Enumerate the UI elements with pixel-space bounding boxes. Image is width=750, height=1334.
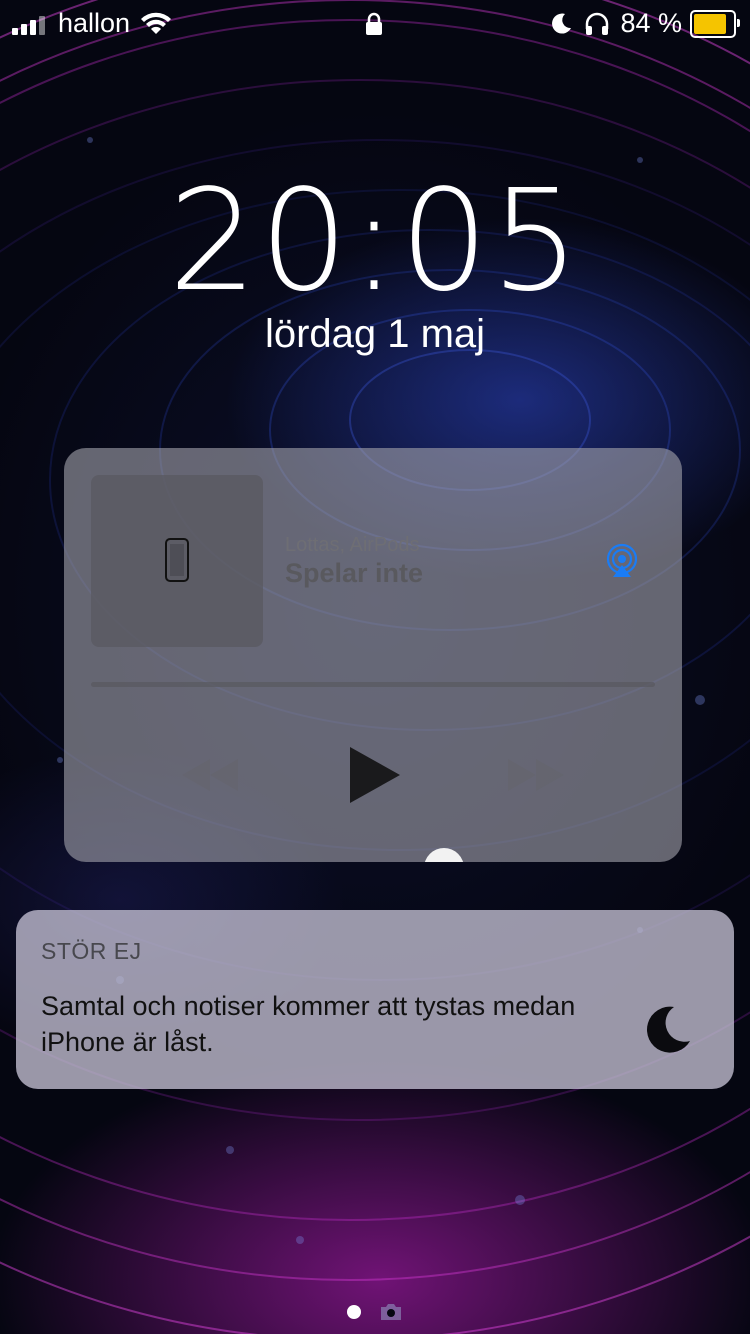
lock-icon bbox=[366, 12, 382, 35]
clock-time: 20:05 bbox=[168, 160, 582, 323]
playback-progress-bar[interactable] bbox=[91, 682, 655, 687]
moon-icon bbox=[646, 1006, 690, 1053]
headphones-icon bbox=[586, 12, 609, 35]
iphone-icon bbox=[165, 538, 189, 582]
album-artwork bbox=[91, 475, 263, 647]
rewind-icon[interactable] bbox=[180, 757, 240, 793]
status-right: 84 % bbox=[548, 8, 740, 39]
media-output-device: Lottas, AirPods bbox=[285, 534, 420, 556]
volume-slider-handle[interactable] bbox=[424, 848, 464, 862]
wifi-icon bbox=[141, 12, 172, 34]
notification-body: Samtal och notiser kommer att tystas med… bbox=[41, 991, 576, 1057]
lock-screen: hallon 84 % 20:05 lördag 1 maj Lottas, A… bbox=[0, 0, 750, 1334]
status-bar: hallon 84 % bbox=[0, 0, 750, 48]
dnd-notification[interactable]: STÖR EJ Samtal och notiser kommer att ty… bbox=[16, 910, 734, 1089]
battery-icon bbox=[690, 9, 740, 38]
play-icon[interactable] bbox=[347, 745, 403, 805]
camera-icon[interactable] bbox=[379, 1302, 403, 1322]
airplay-icon[interactable] bbox=[604, 543, 640, 579]
notification-app-name: STÖR EJ bbox=[41, 938, 142, 964]
media-player-widget: Lottas, AirPods Spelar inte bbox=[64, 448, 682, 862]
status-center bbox=[364, 12, 384, 43]
page-dot-icon bbox=[347, 1305, 361, 1319]
fast-forward-icon[interactable] bbox=[506, 757, 566, 793]
status-left: hallon bbox=[12, 8, 172, 39]
battery-fill bbox=[694, 13, 726, 34]
media-title: Spelar inte bbox=[285, 558, 424, 588]
carrier-name: hallon bbox=[58, 8, 131, 38]
clock-date: lördag 1 maj bbox=[264, 312, 486, 356]
moon-icon bbox=[552, 13, 572, 34]
signal-icon bbox=[12, 13, 48, 35]
battery-percent: 84 % bbox=[620, 8, 682, 38]
